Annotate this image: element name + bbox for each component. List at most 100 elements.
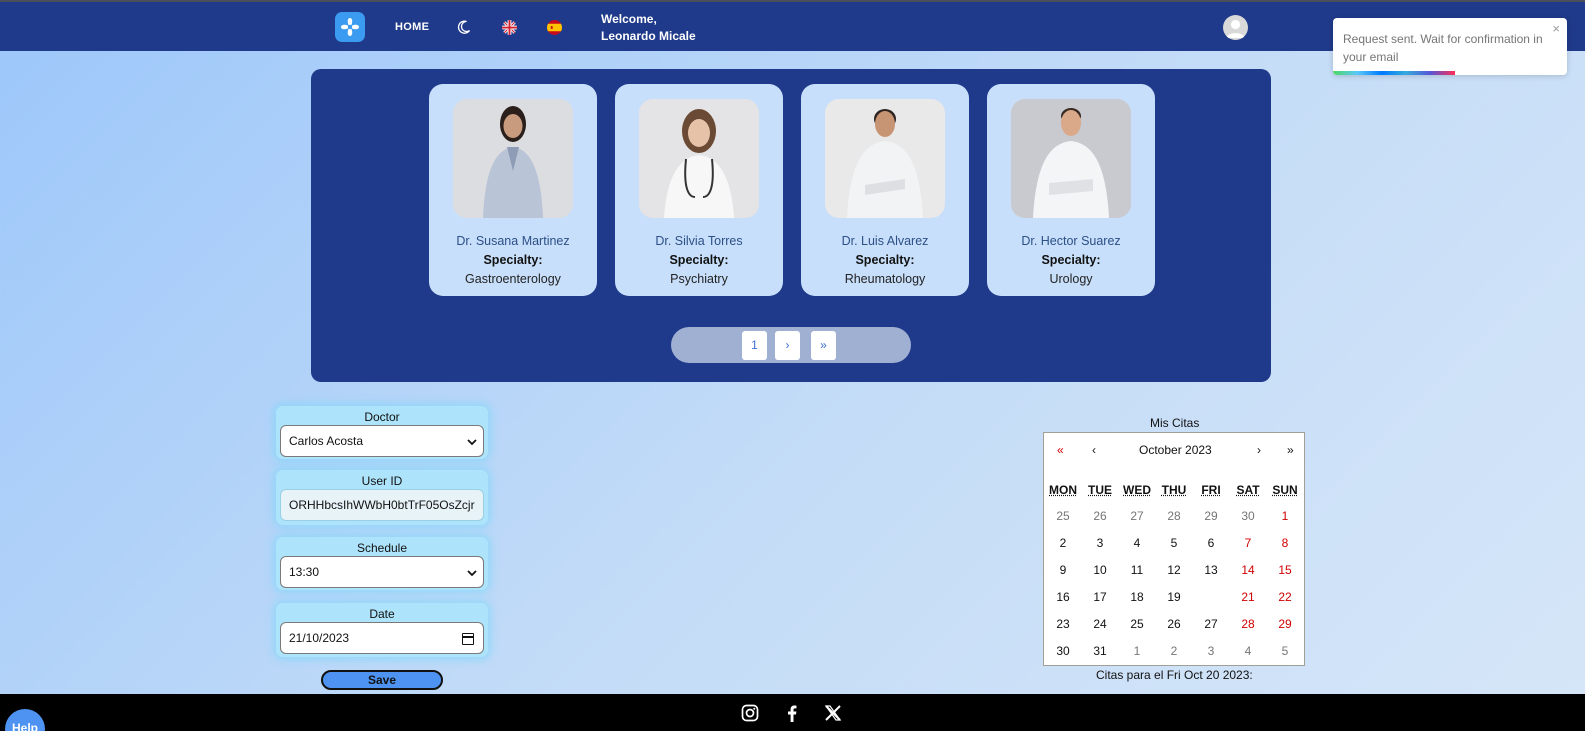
schedule-field: Schedule 13:30 xyxy=(276,537,488,590)
calendar-day[interactable]: 26 xyxy=(1156,611,1192,637)
next-year-button[interactable]: » xyxy=(1287,443,1294,457)
nav-home-link[interactable]: HOME xyxy=(395,21,429,33)
calendar-day[interactable]: 9 xyxy=(1045,557,1081,583)
calendar-day[interactable]: 27 xyxy=(1193,611,1229,637)
doctor-card[interactable]: Dr. Susana Martinez Specialty: Gastroent… xyxy=(429,84,597,296)
doctor-card[interactable]: Dr. Hector Suarez Specialty: Urology xyxy=(987,84,1155,296)
toast-progress-bar xyxy=(1333,71,1455,75)
doctor-carousel: Dr. Susana Martinez Specialty: Gastroent… xyxy=(311,69,1271,382)
x-twitter-icon[interactable] xyxy=(824,704,842,722)
moon-icon[interactable] xyxy=(456,19,472,35)
doctor-name: Dr. Hector Suarez xyxy=(987,234,1155,248)
calendar-day[interactable]: 29 xyxy=(1267,611,1303,637)
calendar-month-label[interactable]: October 2023 xyxy=(1139,443,1212,457)
weekday-header: TUE xyxy=(1082,483,1118,497)
weekday-header: MON xyxy=(1045,483,1081,497)
calendar-day[interactable]: 7 xyxy=(1230,530,1266,556)
prev-month-button[interactable]: ‹ xyxy=(1092,443,1096,457)
carousel-pagination: 1 › » xyxy=(671,327,911,363)
calendar-day[interactable]: 26 xyxy=(1082,503,1118,529)
calendar-day[interactable]: 1 xyxy=(1119,638,1155,664)
userid-label: User ID xyxy=(276,474,488,488)
calendar-day[interactable]: 3 xyxy=(1193,638,1229,664)
calendar-day[interactable]: 13 xyxy=(1193,557,1229,583)
calendar-day[interactable]: 8 xyxy=(1267,530,1303,556)
uk-flag-icon[interactable] xyxy=(502,20,517,35)
user-avatar-icon[interactable] xyxy=(1223,15,1248,40)
calendar-day[interactable]: 16 xyxy=(1045,584,1081,610)
schedule-select[interactable]: 13:30 xyxy=(280,556,484,588)
calendar-day[interactable] xyxy=(1193,584,1229,610)
prev-year-button[interactable]: « xyxy=(1057,443,1064,457)
date-input[interactable]: 21/10/2023 xyxy=(280,622,484,654)
save-button[interactable]: Save xyxy=(321,670,443,690)
facebook-icon[interactable] xyxy=(783,704,801,722)
calendar-day[interactable]: 2 xyxy=(1045,530,1081,556)
calendar-day[interactable]: 19 xyxy=(1156,584,1192,610)
calendar-day[interactable]: 11 xyxy=(1119,557,1155,583)
calendar-day[interactable]: 24 xyxy=(1082,611,1118,637)
doctor-specialty-label: Specialty: xyxy=(801,253,969,267)
calendar-day[interactable]: 30 xyxy=(1045,638,1081,664)
doctor-select[interactable]: Carlos Acosta xyxy=(280,425,484,457)
calendar-icon[interactable] xyxy=(462,633,474,645)
appointments-for-date: Citas para el Fri Oct 20 2023: xyxy=(1096,668,1253,682)
calendar-day[interactable]: 1 xyxy=(1267,503,1303,529)
doctor-name: Dr. Silvia Torres xyxy=(615,234,783,248)
doctor-photo xyxy=(1011,99,1131,218)
calendar-day[interactable]: 5 xyxy=(1267,638,1303,664)
app-logo-icon[interactable] xyxy=(335,12,365,42)
calendar-day[interactable]: 14 xyxy=(1230,557,1266,583)
weekday-header: SUN xyxy=(1267,483,1303,497)
toast-close-button[interactable]: × xyxy=(1552,21,1560,36)
calendar-day[interactable]: 25 xyxy=(1045,503,1081,529)
calendar-day[interactable]: 4 xyxy=(1119,530,1155,556)
userid-field: User ID ORHHbcsIhWWbH0btTrF05OsZcjr xyxy=(276,470,488,525)
calendar-day[interactable]: 18 xyxy=(1119,584,1155,610)
calendar-day[interactable]: 2 xyxy=(1156,638,1192,664)
doctor-name: Dr. Susana Martinez xyxy=(429,234,597,248)
calendar-day[interactable]: 17 xyxy=(1082,584,1118,610)
spain-flag-icon[interactable] xyxy=(547,20,562,35)
weekday-header: SAT xyxy=(1230,483,1266,497)
doctor-field: Doctor Carlos Acosta xyxy=(276,406,488,459)
calendar-day[interactable]: 25 xyxy=(1119,611,1155,637)
doctor-photo xyxy=(825,99,945,218)
calendar-day[interactable]: 22 xyxy=(1267,584,1303,610)
page-1-button[interactable]: 1 xyxy=(742,331,767,360)
appointments-calendar: « ‹ October 2023 › » MON TUE WED THU FRI SAT S… xyxy=(1043,432,1305,666)
doctor-select-value: Carlos Acosta xyxy=(289,434,363,448)
doctor-label: Doctor xyxy=(276,410,488,424)
doctor-specialty: Urology xyxy=(987,272,1155,286)
calendar-day[interactable]: 6 xyxy=(1193,530,1229,556)
chevron-down-icon xyxy=(467,437,477,447)
calendar-day[interactable]: 5 xyxy=(1156,530,1192,556)
doctor-specialty-label: Specialty: xyxy=(987,253,1155,267)
doctor-specialty-label: Specialty: xyxy=(615,253,783,267)
welcome-message: Welcome, Leonardo Micale xyxy=(601,11,696,45)
last-page-button[interactable]: » xyxy=(811,331,836,360)
next-page-button[interactable]: › xyxy=(775,331,800,360)
instagram-icon[interactable] xyxy=(741,704,759,722)
calendar-day[interactable]: 12 xyxy=(1156,557,1192,583)
doctor-card[interactable]: Dr. Silvia Torres Specialty: Psychiatry xyxy=(615,84,783,296)
calendar-day[interactable]: 31 xyxy=(1082,638,1118,664)
next-month-button[interactable]: › xyxy=(1257,443,1261,457)
calendar-day[interactable]: 10 xyxy=(1082,557,1118,583)
calendar-day[interactable]: 27 xyxy=(1119,503,1155,529)
calendar-day[interactable]: 21 xyxy=(1230,584,1266,610)
calendar-day[interactable]: 15 xyxy=(1267,557,1303,583)
page-footer xyxy=(0,694,1585,731)
schedule-select-value: 13:30 xyxy=(289,565,319,579)
doctor-photo xyxy=(639,99,759,218)
toast-notification: Request sent. Wait for confirmation in y… xyxy=(1333,18,1567,75)
doctor-card[interactable]: Dr. Luis Alvarez Specialty: Rheumatology xyxy=(801,84,969,296)
calendar-day[interactable]: 28 xyxy=(1156,503,1192,529)
userid-input[interactable]: ORHHbcsIhWWbH0btTrF05OsZcjr xyxy=(280,489,484,521)
calendar-day[interactable]: 29 xyxy=(1193,503,1229,529)
calendar-day[interactable]: 3 xyxy=(1082,530,1118,556)
calendar-day[interactable]: 4 xyxy=(1230,638,1266,664)
calendar-day[interactable]: 28 xyxy=(1230,611,1266,637)
calendar-day[interactable]: 30 xyxy=(1230,503,1266,529)
calendar-day[interactable]: 23 xyxy=(1045,611,1081,637)
